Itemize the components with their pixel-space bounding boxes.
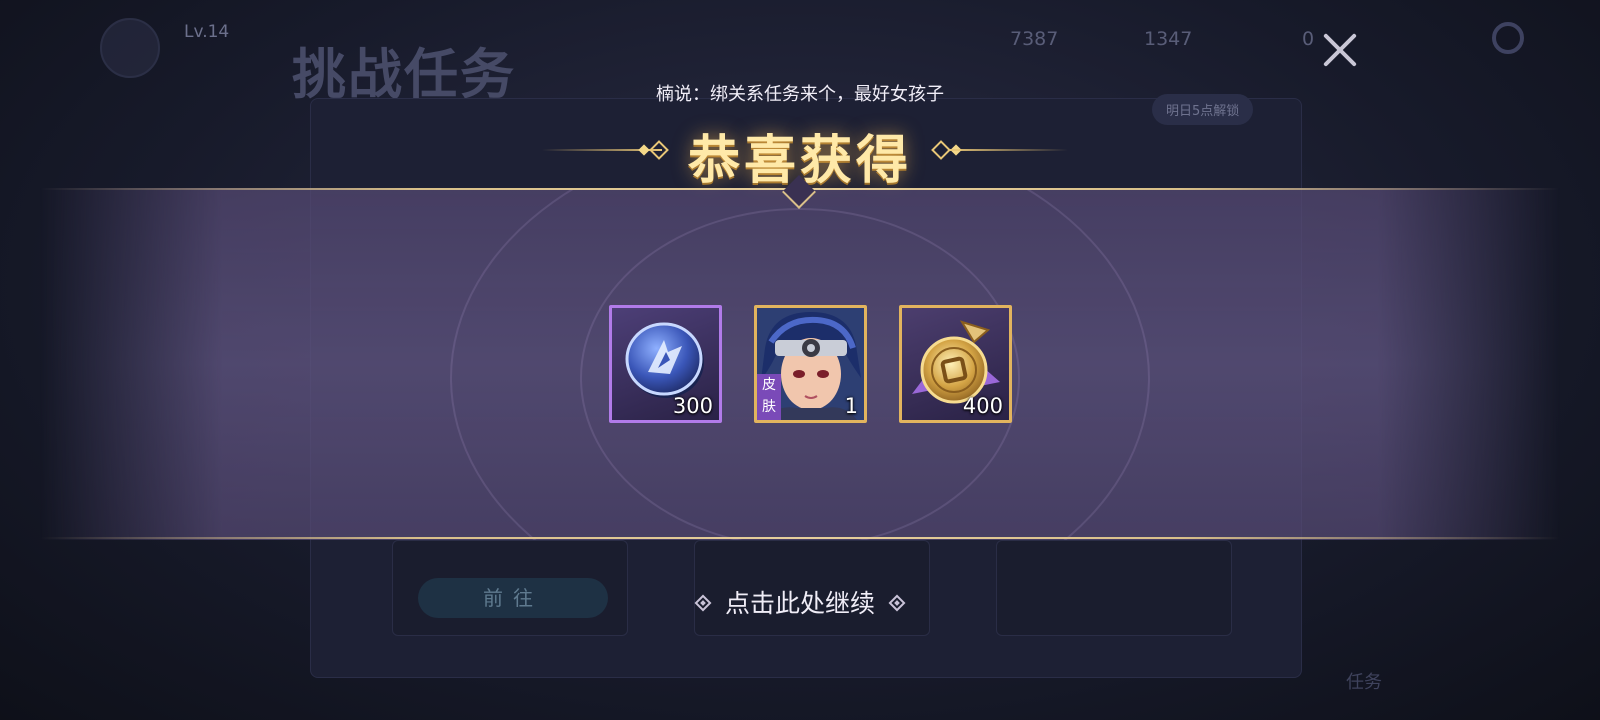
currency-amount-2: 1347 bbox=[1144, 28, 1193, 50]
nav-tasks: 任务 bbox=[1346, 672, 1382, 693]
reward-count: 400 bbox=[962, 394, 1003, 418]
reward-item-gold-medal[interactable]: 400 bbox=[899, 305, 1012, 423]
skin-tag: 皮肤 bbox=[757, 374, 781, 420]
currency-amount-3: 0 bbox=[1302, 28, 1315, 50]
reward-item-blue-token[interactable]: 300 bbox=[609, 305, 722, 423]
title-ornament-line bbox=[948, 149, 1068, 151]
continue-label: 点击此处继续 bbox=[724, 589, 875, 618]
chat-message: 楠说：绑关系任务来个，最好女孩子 bbox=[656, 84, 944, 105]
reward-item-hero-skin[interactable]: 皮肤 1 bbox=[754, 305, 867, 423]
continue-button[interactable]: 点击此处继续 bbox=[0, 584, 1600, 620]
currency-amount-1: 7387 bbox=[1010, 28, 1059, 50]
close-button[interactable] bbox=[1318, 28, 1362, 72]
reward-count: 300 bbox=[672, 394, 713, 418]
gear-icon bbox=[1492, 22, 1524, 54]
diamond-right-icon bbox=[888, 594, 906, 612]
title-banner: 恭喜获得 bbox=[0, 112, 1600, 191]
diamond-left-icon bbox=[694, 594, 712, 612]
band-bottom-edge bbox=[40, 537, 1560, 539]
avatar bbox=[100, 18, 160, 78]
player-level: Lv.14 bbox=[184, 22, 230, 42]
reward-count: 1 bbox=[844, 394, 858, 418]
